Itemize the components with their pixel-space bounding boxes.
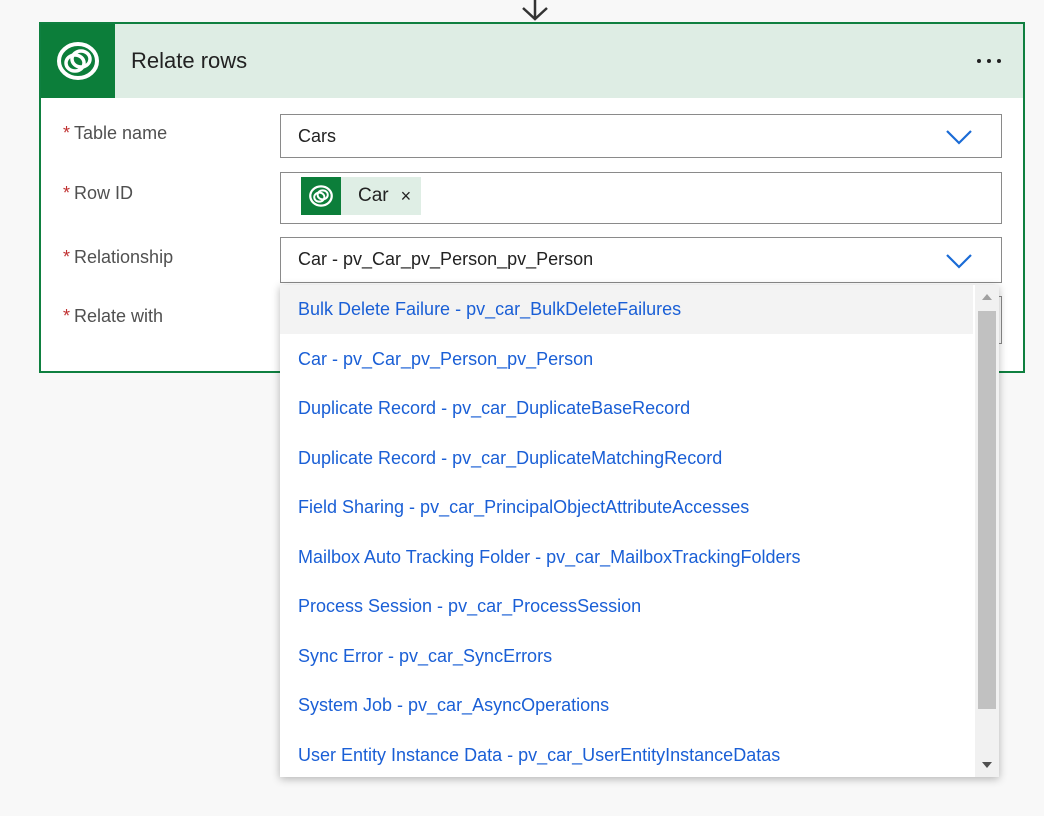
relate-with-label-text: Relate with xyxy=(74,306,164,326)
table-name-select[interactable]: Cars xyxy=(280,114,1002,158)
relationship-select[interactable]: Car - pv_Car_pv_Person_pv_Person xyxy=(280,237,1002,283)
required-mark: * xyxy=(63,123,71,143)
relationship-value: Car - pv_Car_pv_Person_pv_Person xyxy=(298,249,594,269)
more-options-dot xyxy=(987,59,991,63)
table-name-label: * Table name xyxy=(63,123,167,144)
dataverse-icon xyxy=(301,177,341,215)
chevron-down-icon[interactable] xyxy=(945,129,973,145)
chevron-down-icon[interactable] xyxy=(945,253,973,269)
dropdown-option[interactable]: Field Sharing - pv_car_PrincipalObjectAt… xyxy=(280,483,973,532)
dropdown-scrollbar[interactable] xyxy=(975,285,999,777)
row-id-input[interactable]: Car × xyxy=(280,172,1002,224)
required-mark: * xyxy=(63,247,71,267)
scrollbar-thumb[interactable] xyxy=(978,311,996,709)
dropdown-option[interactable]: Duplicate Record - pv_car_DuplicateMatch… xyxy=(280,434,973,483)
more-options-icon xyxy=(977,59,981,63)
token-label: Car xyxy=(358,185,389,206)
relationship-label: * Relationship xyxy=(63,247,173,268)
more-options-dot xyxy=(997,59,1001,63)
row-id-label-text: Row ID xyxy=(74,183,134,203)
dropdown-option[interactable]: Mailbox Auto Tracking Folder - pv_car_Ma… xyxy=(280,533,973,582)
dropdown-option[interactable]: User Entity Instance Data - pv_car_UserE… xyxy=(280,731,973,778)
table-name-value: Cars xyxy=(298,126,337,146)
relate-with-label: * Relate with xyxy=(63,306,163,327)
dropdown-option[interactable]: Sync Error - pv_car_SyncErrors xyxy=(280,632,973,681)
dropdown-option[interactable]: System Job - pv_car_AsyncOperations xyxy=(280,681,973,730)
dropdown-option[interactable]: Duplicate Record - pv_car_DuplicateBaseR… xyxy=(280,384,973,433)
table-name-label-text: Table name xyxy=(74,123,168,143)
relationship-dropdown-list[interactable]: Bulk Delete Failure - pv_car_BulkDeleteF… xyxy=(280,285,999,777)
token-remove-icon[interactable]: × xyxy=(401,186,412,207)
card-title: Relate rows xyxy=(131,48,248,73)
relationship-label-text: Relationship xyxy=(74,247,174,267)
card-header[interactable]: Relate rows xyxy=(41,24,1023,98)
arrow-down-icon xyxy=(522,0,548,21)
scroll-down-arrow-icon[interactable] xyxy=(975,753,999,777)
dropdown-option[interactable]: Car - pv_Car_pv_Person_pv_Person xyxy=(280,335,973,384)
dropdown-option[interactable]: Bulk Delete Failure - pv_car_BulkDeleteF… xyxy=(280,285,973,334)
scroll-up-arrow-icon[interactable] xyxy=(975,285,999,309)
more-options-button[interactable] xyxy=(969,46,1009,76)
required-mark: * xyxy=(63,183,71,203)
row-id-label: * Row ID xyxy=(63,183,133,204)
dynamic-content-token[interactable]: Car × xyxy=(301,177,422,215)
required-mark: * xyxy=(63,306,71,326)
dropdown-option[interactable]: Process Session - pv_car_ProcessSession xyxy=(280,582,973,631)
dataverse-icon xyxy=(41,24,115,98)
